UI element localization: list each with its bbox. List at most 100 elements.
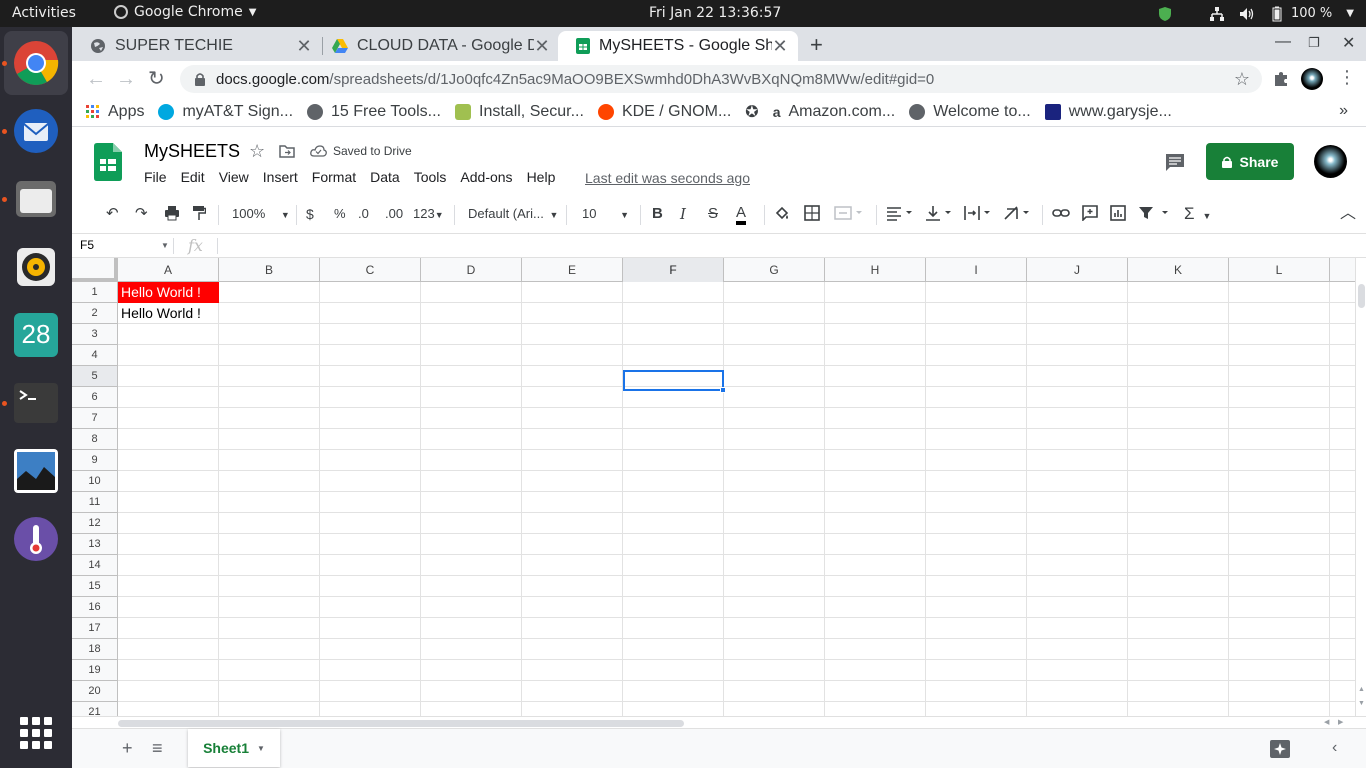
document-title[interactable]: MySHEETS	[144, 141, 240, 162]
tab-super-techie[interactable]: SUPER TECHIE ✕	[72, 31, 322, 61]
column-header-l[interactable]: L	[1229, 258, 1330, 282]
close-icon[interactable]: ✕	[296, 36, 312, 57]
zoom-select[interactable]: 100% ▼	[232, 205, 290, 224]
paint-format-icon[interactable]	[192, 205, 206, 221]
currency-format-button[interactable]: $	[306, 205, 314, 223]
column-header-g[interactable]: G	[724, 258, 825, 282]
row-header-11[interactable]: 11	[72, 492, 118, 513]
sheets-logo-icon[interactable]	[94, 143, 122, 181]
bookmark-free-tools[interactable]: 15 Free Tools...	[307, 103, 441, 121]
vertical-scroll-thumb[interactable]	[1358, 284, 1365, 308]
all-sheets-list-icon[interactable]: ≡	[152, 738, 163, 759]
bookmark-star-site[interactable]: ✪	[745, 102, 758, 122]
tab-cloud-data[interactable]: CLOUD DATA - Google Drive ✕	[314, 31, 560, 61]
functions-button[interactable]: Σ ▼	[1184, 205, 1211, 225]
column-header-a[interactable]: A	[118, 258, 219, 282]
column-header-i[interactable]: I	[926, 258, 1027, 282]
dock-files[interactable]	[4, 167, 68, 231]
tab-mysheets[interactable]: MySHEETS - Google Sheets ✕	[558, 31, 798, 61]
save-status[interactable]: Saved to Drive	[310, 144, 412, 158]
increase-decimal-button[interactable]: .00	[385, 205, 403, 223]
row-header-13[interactable]: 13	[72, 534, 118, 555]
account-avatar[interactable]	[1314, 145, 1347, 178]
more-vert-icon[interactable]: ⋮	[1338, 67, 1356, 88]
insert-link-icon[interactable]	[1052, 205, 1070, 221]
cell-area[interactable]: Hello World ! Hello World !	[118, 282, 1355, 716]
text-wrapping-icon[interactable]	[964, 205, 994, 221]
minimize-button[interactable]: —	[1275, 33, 1291, 51]
scroll-up-icon[interactable]: ▲	[1358, 686, 1365, 693]
column-header-d[interactable]: D	[421, 258, 522, 282]
select-all-corner[interactable]	[72, 258, 118, 282]
row-header-15[interactable]: 15	[72, 576, 118, 597]
close-icon[interactable]: ✕	[772, 36, 788, 57]
row-header-10[interactable]: 10	[72, 471, 118, 492]
dock-calendar[interactable]: 28	[4, 303, 68, 367]
chevron-down-icon[interactable]: ▼	[161, 241, 169, 250]
bookmark-star-icon[interactable]: ☆	[1234, 69, 1250, 90]
dock-thunderbird[interactable]	[4, 99, 68, 163]
cell-a1[interactable]: Hello World !	[118, 282, 219, 303]
explore-icon[interactable]	[1270, 740, 1290, 758]
column-header-j[interactable]: J	[1027, 258, 1128, 282]
sheet-tab-sheet1[interactable]: Sheet1 ▼	[188, 729, 280, 767]
undo-icon[interactable]: ↶	[106, 205, 119, 223]
fill-color-icon[interactable]	[774, 205, 790, 221]
side-panel-toggle-icon[interactable]: ‹	[1332, 739, 1337, 757]
extensions-icon[interactable]	[1272, 70, 1290, 88]
star-icon[interactable]: ☆	[249, 141, 265, 162]
dock-maps[interactable]	[4, 439, 68, 503]
formula-input[interactable]	[224, 237, 1344, 255]
cell-a2[interactable]: Hello World !	[118, 303, 219, 324]
horizontal-scroll-thumb[interactable]	[118, 720, 684, 727]
insert-chart-icon[interactable]	[1110, 205, 1126, 221]
menu-edit[interactable]: Edit	[181, 169, 205, 185]
system-tray[interactable]: 100 % ▼	[1157, 0, 1366, 27]
activities-button[interactable]: Activities	[12, 5, 76, 21]
row-header-7[interactable]: 7	[72, 408, 118, 429]
scroll-down-icon[interactable]: ▼	[1358, 700, 1365, 707]
percent-format-button[interactable]: %	[334, 205, 346, 223]
forward-button[interactable]: →	[116, 69, 136, 89]
column-header-e[interactable]: E	[522, 258, 623, 282]
insert-comment-icon[interactable]	[1082, 205, 1098, 221]
row-header-9[interactable]: 9	[72, 450, 118, 471]
reload-button[interactable]: ↻	[148, 69, 165, 89]
profile-avatar[interactable]	[1301, 68, 1323, 90]
menu-file[interactable]: File	[144, 169, 167, 185]
menu-addons[interactable]: Add-ons	[460, 169, 512, 185]
fill-handle[interactable]	[720, 387, 726, 393]
restore-button[interactable]: ❐	[1308, 35, 1320, 51]
print-icon[interactable]	[164, 205, 180, 221]
vertical-scrollbar[interactable]: ▲ ▼	[1355, 258, 1366, 716]
column-header-b[interactable]: B	[219, 258, 320, 282]
horizontal-align-icon[interactable]	[886, 205, 916, 221]
bookmark-welcome[interactable]: Welcome to...	[909, 103, 1031, 121]
last-edit-link[interactable]: Last edit was seconds ago	[585, 170, 750, 186]
dock-chrome[interactable]	[4, 31, 68, 95]
menu-format[interactable]: Format	[312, 169, 356, 185]
column-header-c[interactable]: C	[320, 258, 421, 282]
bookmark-apps[interactable]: Apps	[86, 103, 144, 121]
bookmark-amazon[interactable]: a Amazon.com...	[773, 103, 896, 121]
row-header-18[interactable]: 18	[72, 639, 118, 660]
clock[interactable]: Fri Jan 22 13:36:57	[649, 5, 781, 21]
name-box[interactable]: F5	[80, 238, 94, 252]
back-button[interactable]: ←	[86, 69, 106, 89]
redo-icon[interactable]: ↷	[135, 205, 148, 223]
row-header-1[interactable]: 1	[72, 282, 118, 303]
bookmark-myatt[interactable]: myAT&T Sign...	[158, 103, 293, 121]
app-menu[interactable]: Google Chrome ▼	[114, 4, 256, 20]
row-header-12[interactable]: 12	[72, 513, 118, 534]
row-header-14[interactable]: 14	[72, 555, 118, 576]
more-bookmarks-icon[interactable]: »	[1339, 102, 1348, 120]
address-bar[interactable]: docs.google.com/spreadsheets/d/1Jo0qfc4Z…	[180, 65, 1262, 93]
show-applications-button[interactable]	[20, 717, 52, 749]
bookmark-kde-gnome[interactable]: KDE / GNOM...	[597, 103, 731, 121]
add-sheet-button[interactable]: +	[122, 738, 133, 759]
column-header-k[interactable]: K	[1128, 258, 1229, 282]
menu-insert[interactable]: Insert	[263, 169, 298, 185]
borders-icon[interactable]	[804, 205, 820, 221]
horizontal-scrollbar[interactable]: ◀ ▶	[72, 716, 1366, 728]
bookmark-garysje[interactable]: www.garysje...	[1044, 103, 1172, 121]
